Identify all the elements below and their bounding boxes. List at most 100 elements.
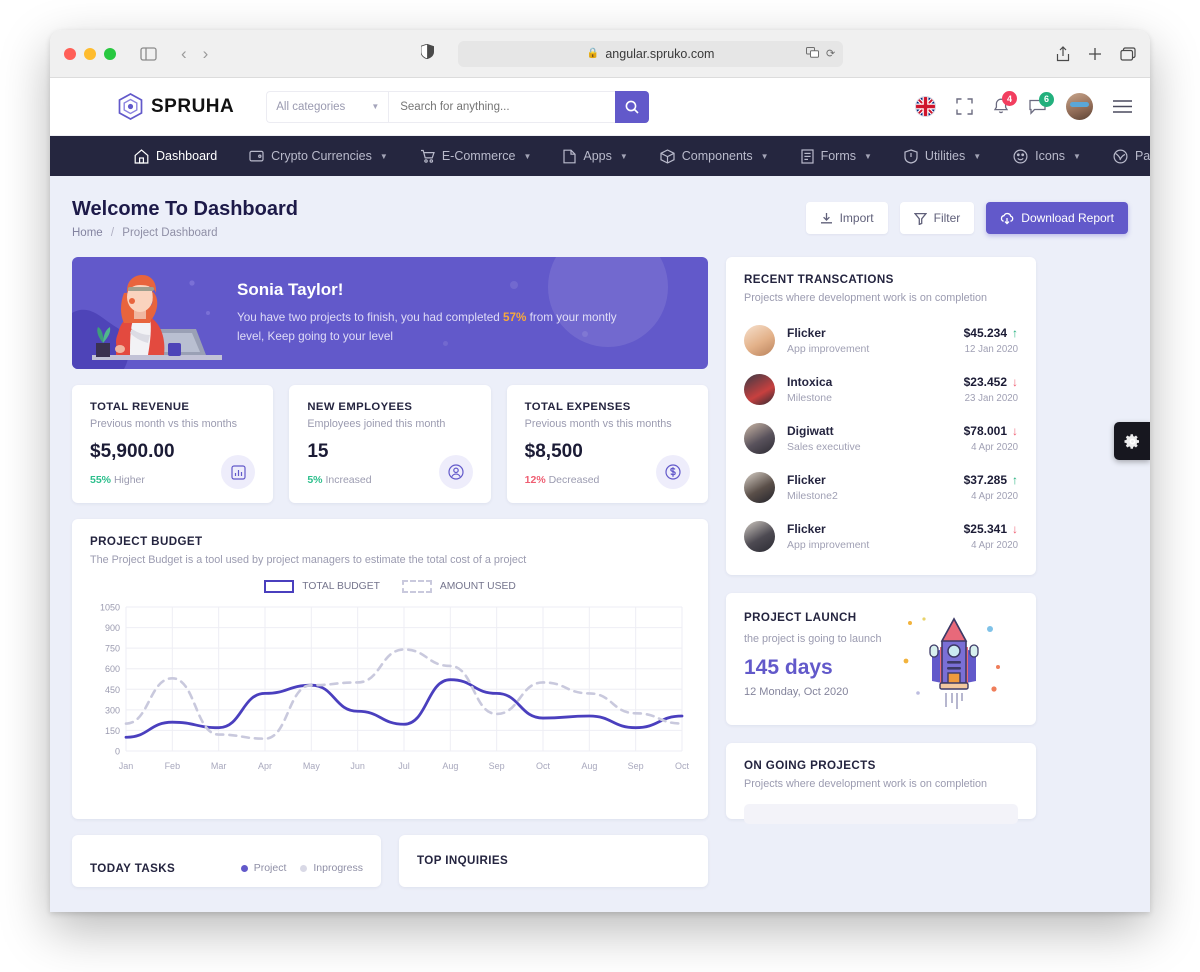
today-legend-inprogress[interactable]: Inprogress xyxy=(300,862,363,874)
cart-icon xyxy=(420,149,435,163)
browser-toolbar-right xyxy=(1056,45,1136,62)
avatar[interactable] xyxy=(1066,93,1093,120)
app-header: SPRUHA All categories ▼ Search for anyth… xyxy=(50,78,1150,136)
chart-xtick-label: Jan xyxy=(119,761,134,771)
breadcrumb-home[interactable]: Home xyxy=(72,227,103,239)
nav-label: Forms xyxy=(820,149,856,163)
fullscreen-icon[interactable] xyxy=(956,98,973,115)
window-controls[interactable] xyxy=(64,47,116,60)
url-text: angular.spruko.com xyxy=(605,46,715,61)
transaction-row[interactable]: Digiwatt Sales executive $78.001 ↓ 4 Apr… xyxy=(744,414,1018,463)
avatar xyxy=(744,521,775,552)
nav-item-forms[interactable]: Forms ▼ xyxy=(785,136,888,176)
import-label: Import xyxy=(839,211,874,225)
reload-icon[interactable]: ⟳ xyxy=(826,47,835,60)
stat-delta: 5% xyxy=(307,474,323,486)
transaction-amount: $37.285 xyxy=(963,473,1007,487)
legend-label: Project xyxy=(253,862,287,874)
chart-ytick-label: 300 xyxy=(105,705,120,715)
tab-overview-icon[interactable] xyxy=(1120,46,1136,61)
dashboard-grid: Sonia Taylor! You have two projects to f… xyxy=(72,257,1128,887)
page-actions: Import Filter Download Report xyxy=(805,198,1128,234)
legend-item-amount-used[interactable]: AMOUNT USED xyxy=(401,580,516,593)
share-icon[interactable] xyxy=(1056,45,1070,62)
nav-item-e-commerce[interactable]: E-Commerce ▼ xyxy=(404,136,548,176)
legend-bullet xyxy=(300,864,308,872)
chart-xtick-label: Feb xyxy=(165,761,181,771)
stat-cards: TOTAL REVENUE Previous month vs this mon… xyxy=(72,385,708,503)
transaction-role: Sales executive xyxy=(787,441,861,453)
today-legend-project[interactable]: Project xyxy=(240,862,287,874)
lock-icon: 🔒 xyxy=(586,48,600,59)
download-report-button[interactable]: Download Report xyxy=(986,202,1128,234)
stat-delta-label: Decreased xyxy=(548,474,600,486)
transaction-row[interactable]: Intoxica Milestone $23.452 ↓ 23 Jan 2020 xyxy=(744,365,1018,414)
breadcrumb-separator: / xyxy=(110,227,115,239)
nav-item-components[interactable]: Components ▼ xyxy=(644,136,785,176)
dollar-icon xyxy=(655,455,690,489)
chart-xtick-label: Sep xyxy=(489,761,505,771)
download-report-label: Download Report xyxy=(1021,211,1114,225)
nav-item-pages[interactable]: Pages ▼ xyxy=(1097,136,1150,176)
filter-button[interactable]: Filter xyxy=(899,202,975,234)
nav-item-utilities[interactable]: Utilities ▼ xyxy=(888,136,997,176)
transaction-amount: $25.341 xyxy=(963,522,1007,536)
pages-icon xyxy=(1113,148,1128,164)
top-inquiries-title: TOP INQUIRIES xyxy=(417,854,509,867)
sidebar-toggle-icon[interactable] xyxy=(140,46,157,61)
brand-logo[interactable]: SPRUHA xyxy=(118,93,234,120)
nav-label: Dashboard xyxy=(156,149,218,163)
today-tasks-card: TODAY TASKS Project Inprogress xyxy=(72,835,381,887)
legend-item-total-budget[interactable]: TOTAL BUDGET xyxy=(264,580,380,593)
brand-name: SPRUHA xyxy=(151,95,235,117)
forward-arrow-icon[interactable]: › xyxy=(203,44,209,64)
today-tasks-title: TODAY TASKS xyxy=(90,861,176,875)
chevron-down-icon: ▼ xyxy=(371,102,380,111)
chart-ytick-label: 1050 xyxy=(100,603,120,613)
nav-item-crypto-currencies[interactable]: Crypto Currencies ▼ xyxy=(233,136,404,176)
bell-icon[interactable]: 4 xyxy=(993,91,1017,115)
transaction-amount: $78.001 xyxy=(963,424,1007,438)
new-tab-icon[interactable] xyxy=(1088,47,1102,61)
import-button[interactable]: Import xyxy=(805,202,888,234)
bottom-cards-row: TODAY TASKS Project Inprogress TOP INQUI… xyxy=(72,835,708,887)
browser-nav-arrows[interactable]: ‹ › xyxy=(181,44,208,64)
transactions-list: Flicker App improvement $45.234 ↑ 12 Jan… xyxy=(744,316,1018,561)
stat-title: TOTAL REVENUE xyxy=(90,401,190,413)
nav-item-dashboard[interactable]: Dashboard xyxy=(118,136,233,176)
avatar xyxy=(744,472,775,503)
transaction-row[interactable]: Flicker App improvement $45.234 ↑ 12 Jan… xyxy=(744,316,1018,365)
category-select-value: All categories xyxy=(276,100,346,113)
back-arrow-icon[interactable]: ‹ xyxy=(181,44,187,64)
chart-legend: TOTAL BUDGET AMOUNT USED xyxy=(90,580,690,593)
url-bar[interactable]: 🔒 angular.spruko.com ⟳ xyxy=(458,40,844,67)
maximize-window-button[interactable] xyxy=(104,47,116,60)
arrow-down-icon: ↓ xyxy=(1012,522,1018,536)
transaction-row[interactable]: Flicker Milestone2 $37.285 ↑ 4 Apr 2020 xyxy=(744,463,1018,512)
ongoing-projects-subtitle: Projects where development work is on co… xyxy=(744,778,988,790)
page-title: Welcome To Dashboard xyxy=(72,198,298,220)
chart-ytick-label: 900 xyxy=(105,623,120,633)
search-input-wrapper[interactable] xyxy=(388,90,616,123)
transaction-name: Flicker xyxy=(787,473,826,487)
category-select[interactable]: All categories ▼ xyxy=(266,90,389,123)
search-input[interactable] xyxy=(400,100,605,113)
project-launch-date: 12 Monday, Oct 2020 xyxy=(744,686,849,699)
uk-flag-icon[interactable] xyxy=(915,96,936,117)
nav-item-icons[interactable]: Icons ▼ xyxy=(997,136,1097,176)
welcome-banner: Sonia Taylor! You have two projects to f… xyxy=(72,257,708,369)
settings-tab-button[interactable] xyxy=(1114,422,1150,460)
search-submit-button[interactable] xyxy=(615,90,650,123)
transaction-row[interactable]: Flicker App improvement $25.341 ↓ 4 Apr … xyxy=(744,512,1018,561)
message-icon[interactable]: 6 xyxy=(1029,91,1054,115)
translate-icon[interactable] xyxy=(805,46,819,61)
shield-icon[interactable] xyxy=(420,42,435,64)
message-badge: 6 xyxy=(1039,91,1054,107)
chart-ytick-label: 0 xyxy=(115,747,120,757)
close-window-button[interactable] xyxy=(64,47,76,60)
browser-titlebar: ‹ › 🔒 angular.spruko.com ⟳ xyxy=(50,30,1150,78)
chart-xtick-label: May xyxy=(303,761,321,771)
hamburger-icon[interactable] xyxy=(1113,100,1132,113)
minimize-window-button[interactable] xyxy=(84,47,96,60)
nav-item-apps[interactable]: Apps ▼ xyxy=(547,136,643,176)
